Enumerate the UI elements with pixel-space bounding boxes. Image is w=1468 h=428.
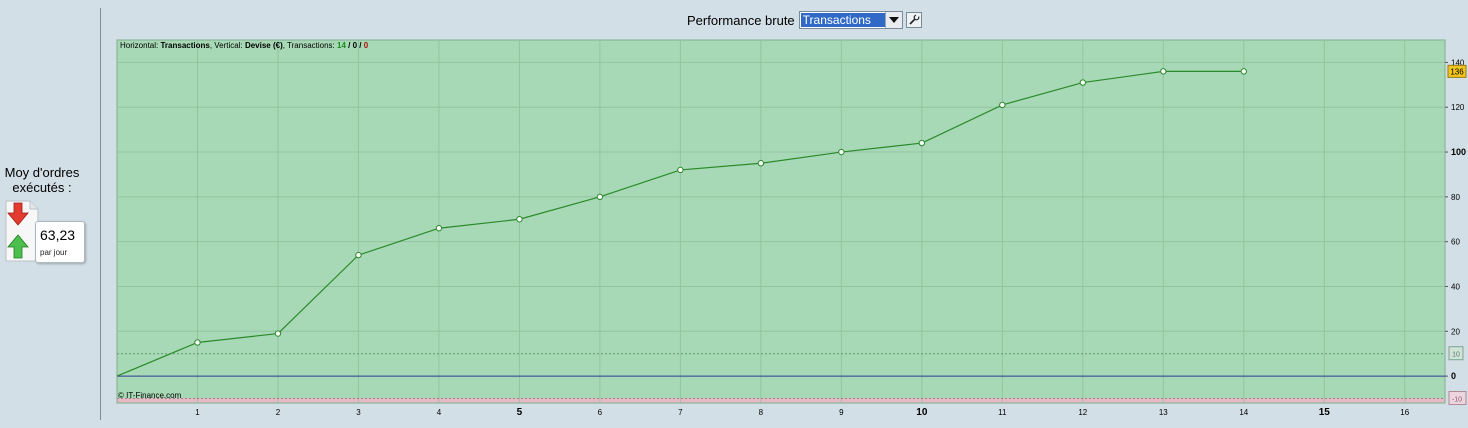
data-point — [918, 139, 926, 147]
x-tick-label: 11 — [998, 408, 1007, 417]
positive-zone — [117, 40, 1445, 399]
last-value-label: 136 — [1450, 67, 1464, 76]
data-point — [1240, 68, 1247, 75]
data-point — [677, 166, 684, 174]
data-point — [757, 160, 765, 167]
info-vertical-prefix: , Vertical: — [209, 41, 245, 50]
info-horizontal-prefix: Horizontal: — [120, 41, 161, 50]
data-point — [274, 330, 282, 337]
y-tick-label: 20 — [1451, 327, 1460, 336]
x-tick-label: 13 — [1159, 408, 1168, 417]
y-tick-label: 120 — [1451, 103, 1465, 112]
data-point — [1079, 79, 1087, 86]
y-tick-label: 40 — [1451, 282, 1460, 291]
copyright-text: © IT-Finance.com — [118, 391, 182, 400]
x-tick-label: 9 — [839, 408, 844, 417]
x-tick-label: 2 — [276, 408, 281, 417]
chart-info-line: Horizontal: Transactions, Vertical: Devi… — [120, 41, 368, 50]
x-tick-label: 4 — [437, 408, 442, 417]
x-tick-label: 15 — [1319, 407, 1331, 418]
x-tick-label: 12 — [1078, 408, 1087, 417]
data-point — [435, 225, 443, 232]
x-tick-label: 8 — [759, 408, 764, 417]
upper-threshold-label: 10 — [1452, 352, 1460, 359]
performance-chart: 1 2 3 4 5 6 7 8 9 10 11 12 13 14 15 1602040608010012014… — [116, 39, 1467, 418]
y-tick-label: 60 — [1451, 238, 1460, 247]
info-vertical-value: Devise (€) — [244, 41, 283, 50]
x-tick-label: 3 — [356, 408, 361, 417]
info-count-neg: 0 — [363, 41, 369, 50]
data-point — [838, 148, 845, 156]
x-tick-label: 5 — [517, 407, 523, 418]
info-sep1: / — [345, 41, 353, 50]
y-tick-label: 100 — [1451, 147, 1466, 157]
info-horizontal-value: Transactions — [160, 41, 210, 50]
data-point — [516, 216, 523, 223]
x-tick-label: 14 — [1239, 408, 1248, 417]
y-tick-label: 0 — [1451, 371, 1456, 381]
y-tick-label: 80 — [1451, 193, 1460, 202]
info-transactions-prefix: , Transactions: — [282, 41, 337, 50]
info-count-total: 14 — [337, 41, 346, 50]
x-tick-label: 10 — [916, 407, 928, 418]
x-tick-label: 1 — [195, 408, 200, 417]
data-point — [1160, 68, 1167, 75]
data-point — [596, 193, 604, 201]
x-tick-label: 6 — [598, 408, 603, 417]
data-point — [999, 101, 1006, 109]
data-point — [355, 251, 362, 259]
negative-zone — [117, 398, 1445, 403]
lower-threshold-label: -10 — [1452, 397, 1462, 404]
x-tick-label: 16 — [1400, 408, 1409, 417]
data-point — [194, 339, 201, 346]
x-tick-label: 7 — [678, 408, 683, 417]
info-sep2: / — [357, 41, 364, 50]
